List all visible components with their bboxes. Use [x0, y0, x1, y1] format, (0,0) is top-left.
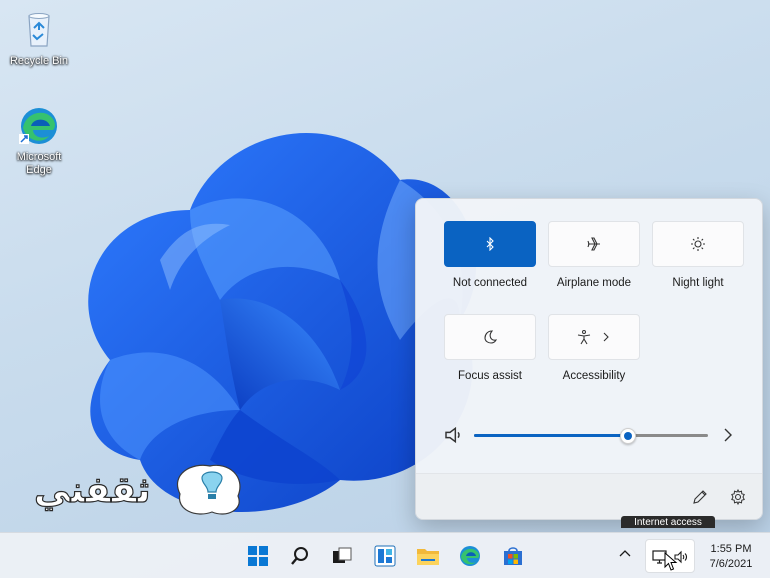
watermark-text: ثقفني — [34, 470, 150, 511]
desktop-icon-edge[interactable]: Microsoft Edge — [3, 104, 75, 177]
volume-slider-fill — [474, 434, 629, 437]
volume-slider-thumb[interactable] — [620, 428, 637, 444]
pencil-icon[interactable] — [688, 485, 712, 509]
tile-focus-assist[interactable]: Focus assist — [444, 314, 536, 382]
tile-label: Airplane mode — [556, 277, 632, 289]
accessibility-toggle[interactable] — [548, 314, 640, 360]
chevron-up-icon — [619, 550, 631, 557]
bluetooth-icon — [486, 237, 494, 251]
quick-settings-panel: Not connected Airplane mode Night light … — [415, 198, 763, 520]
brightness-icon — [691, 237, 705, 251]
night-light-toggle[interactable] — [652, 221, 744, 267]
store-button[interactable] — [498, 541, 528, 571]
tile-airplane-mode[interactable]: Airplane mode — [548, 221, 640, 289]
edge-icon — [17, 104, 61, 148]
widgets-button[interactable] — [370, 541, 400, 571]
edge-button[interactable] — [455, 541, 485, 571]
show-hidden-icons-button[interactable] — [617, 546, 633, 567]
volume-row — [444, 424, 740, 446]
focus-assist-toggle[interactable] — [444, 314, 536, 360]
clock-date: 7/6/2021 — [709, 558, 753, 570]
clock-time: 1:55 PM — [710, 543, 752, 555]
speaker-icon[interactable] — [442, 423, 466, 447]
airplane-mode-toggle[interactable] — [548, 221, 640, 267]
start-button[interactable] — [243, 541, 273, 571]
tile-accessibility[interactable]: Accessibility — [548, 314, 640, 382]
gear-icon[interactable] — [726, 485, 750, 509]
tooltip-text: Internet access — [634, 517, 702, 528]
tooltip: Internet access — [621, 516, 715, 528]
moon-icon — [484, 330, 497, 344]
recycle-bin-icon — [17, 8, 61, 52]
desktop-icon-label: Microsoft Edge — [16, 151, 62, 176]
edge-icon — [460, 546, 480, 566]
tile-label: Focus assist — [458, 370, 522, 382]
store-icon — [504, 547, 522, 565]
tile-label: Not connected — [452, 277, 528, 289]
tile-label: Accessibility — [562, 370, 626, 382]
task-view-icon — [333, 547, 352, 563]
mouse-cursor-icon — [664, 552, 678, 571]
accessibility-icon — [577, 330, 591, 345]
watermark-logo: ثقفني — [33, 464, 241, 515]
clock[interactable]: 1:55 PM 7/6/2021 — [700, 542, 762, 572]
tile-label: Night light — [672, 277, 724, 289]
chevron-right-icon — [603, 332, 609, 342]
volume-slider-track[interactable] — [474, 428, 708, 444]
desktop-icon-recycle-bin[interactable]: Recycle Bin — [3, 8, 75, 68]
widgets-icon — [374, 545, 396, 567]
file-explorer-button[interactable] — [413, 541, 443, 571]
task-view-button[interactable] — [327, 541, 357, 571]
search-button[interactable] — [285, 541, 315, 571]
quick-settings-footer — [416, 473, 762, 519]
bluetooth-toggle[interactable] — [444, 221, 536, 267]
airplane-icon — [587, 237, 600, 251]
taskbar: 1:55 PM 7/6/2021 — [0, 532, 770, 578]
chevron-right-icon[interactable] — [716, 423, 740, 447]
tile-bluetooth[interactable]: Not connected — [444, 221, 536, 289]
file-explorer-icon — [417, 549, 439, 565]
start-icon — [248, 546, 268, 566]
desktop-icon-label: Recycle Bin — [9, 55, 69, 67]
tile-night-light[interactable]: Night light — [652, 221, 744, 289]
search-icon — [291, 547, 308, 565]
quick-settings-tray-button[interactable] — [645, 539, 695, 573]
